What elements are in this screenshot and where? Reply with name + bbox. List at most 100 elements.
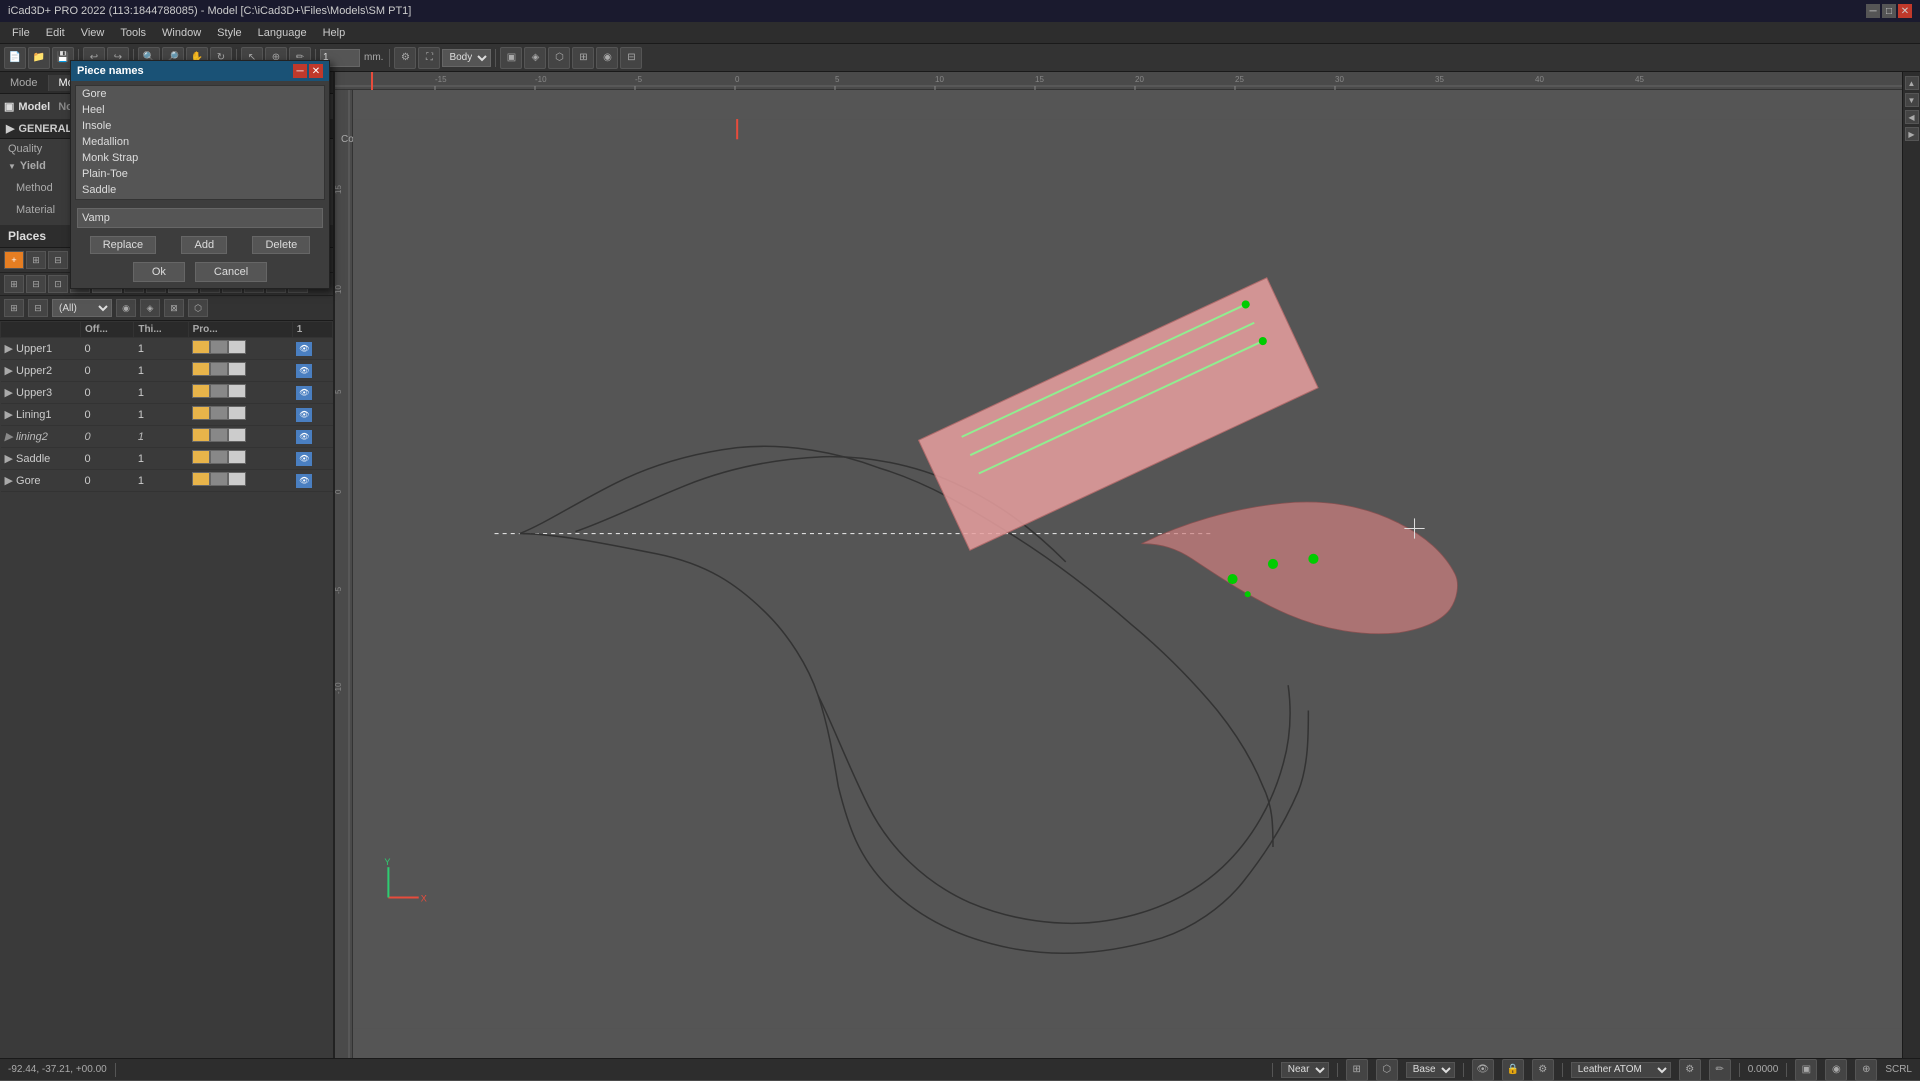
- color-swatch2[interactable]: [210, 384, 228, 398]
- expand-icon[interactable]: ▶: [5, 431, 13, 443]
- menu-window[interactable]: Window: [154, 25, 209, 41]
- eye-button[interactable]: 👁: [296, 364, 312, 378]
- open-button[interactable]: 📁: [28, 47, 50, 69]
- color-swatch3[interactable]: [228, 384, 246, 398]
- places-row2-btn3[interactable]: ⊡: [48, 275, 68, 293]
- expand-icon[interactable]: ▶: [5, 365, 13, 377]
- color-swatch3[interactable]: [228, 362, 246, 376]
- body-select[interactable]: Body: [442, 49, 491, 67]
- piece-names-list[interactable]: Gore Heel Insole Medallion Monk Strap Pl…: [75, 85, 325, 200]
- menu-style[interactable]: Style: [209, 25, 249, 41]
- piece-name-insole[interactable]: Insole: [76, 118, 324, 134]
- status-lock-btn[interactable]: 🔒: [1502, 1059, 1524, 1081]
- filter-btn5[interactable]: ⊠: [164, 299, 184, 317]
- places-btn2[interactable]: ⊞: [26, 251, 46, 269]
- color-swatch3[interactable]: [228, 340, 246, 354]
- color-swatch2[interactable]: [210, 362, 228, 376]
- status-btn-2[interactable]: ◉: [1825, 1059, 1847, 1081]
- replace-button[interactable]: Replace: [90, 236, 156, 254]
- color-swatch2[interactable]: [210, 450, 228, 464]
- eye-button[interactable]: 👁: [296, 342, 312, 356]
- expand-icon[interactable]: ▶: [5, 409, 13, 421]
- menu-view[interactable]: View: [73, 25, 113, 41]
- filter-btn4[interactable]: ◈: [140, 299, 160, 317]
- expand-icon[interactable]: ▶: [5, 343, 13, 355]
- tb-extra-2[interactable]: ⛶: [418, 47, 440, 69]
- piece-name-heel[interactable]: Heel: [76, 102, 324, 118]
- color-swatch3[interactable]: [228, 450, 246, 464]
- filter-select[interactable]: (All): [52, 299, 112, 317]
- expand-icon[interactable]: ▶: [5, 387, 13, 399]
- filter-btn6[interactable]: ⬡: [188, 299, 208, 317]
- ok-button[interactable]: Ok: [133, 262, 185, 282]
- eye-button[interactable]: 👁: [296, 474, 312, 488]
- piece-name-monk-strap[interactable]: Monk Strap: [76, 150, 324, 166]
- color-swatch[interactable]: [192, 428, 210, 442]
- filter-btn2[interactable]: ⊟: [28, 299, 48, 317]
- color-swatch[interactable]: [192, 406, 210, 420]
- base-select[interactable]: Base: [1406, 1062, 1455, 1078]
- color-swatch[interactable]: [192, 450, 210, 464]
- status-icon-1[interactable]: ⊞: [1346, 1059, 1368, 1081]
- color-swatch[interactable]: [192, 362, 210, 376]
- color-swatch[interactable]: [192, 340, 210, 354]
- places-table-container[interactable]: Off... Thi... Pro... 1 ▶ Upper1 0 1 👁: [0, 321, 333, 1058]
- color-swatch[interactable]: [192, 384, 210, 398]
- menu-tools[interactable]: Tools: [112, 25, 154, 41]
- cancel-button[interactable]: Cancel: [195, 262, 267, 282]
- color-swatch3[interactable]: [228, 428, 246, 442]
- tb-extra-8[interactable]: ⊟: [620, 47, 642, 69]
- expand-icon[interactable]: ▶: [5, 453, 13, 465]
- status-view-btn[interactable]: 👁: [1472, 1059, 1494, 1081]
- material-select[interactable]: Leather ATOM: [1571, 1062, 1671, 1078]
- minimize-button[interactable]: ─: [1866, 4, 1880, 18]
- piece-name-plain-toe[interactable]: Plain-Toe: [76, 166, 324, 182]
- color-swatch2[interactable]: [210, 340, 228, 354]
- color-swatch[interactable]: [192, 472, 210, 486]
- tb-extra-3[interactable]: ▣: [500, 47, 522, 69]
- tb-extra-4[interactable]: ◈: [524, 47, 546, 69]
- maximize-button[interactable]: □: [1882, 4, 1896, 18]
- expand-icon[interactable]: ▶: [5, 475, 13, 487]
- new-button[interactable]: 📄: [4, 47, 26, 69]
- piece-name-throat[interactable]: Throat: [76, 198, 324, 200]
- piece-name-medallion[interactable]: Medallion: [76, 134, 324, 150]
- add-button[interactable]: Add: [181, 236, 227, 254]
- color-swatch2[interactable]: [210, 406, 228, 420]
- close-button[interactable]: ✕: [1898, 4, 1912, 18]
- status-btn-1[interactable]: ▣: [1795, 1059, 1817, 1081]
- places-row2-btn1[interactable]: ⊞: [4, 275, 24, 293]
- side-btn-1[interactable]: ▲: [1905, 76, 1919, 90]
- menu-file[interactable]: File: [4, 25, 38, 41]
- status-extra-btn[interactable]: ⚙: [1532, 1059, 1554, 1081]
- dialog-close-btn[interactable]: ✕: [309, 64, 323, 78]
- eye-button[interactable]: 👁: [296, 430, 312, 444]
- tb-extra-5[interactable]: ⬡: [548, 47, 570, 69]
- piece-name-gore[interactable]: Gore: [76, 86, 324, 102]
- viewport[interactable]: -15 -10 -5 0 5 10 15 20 25 30 35 40 45: [335, 72, 1920, 1058]
- tb-extra-7[interactable]: ◉: [596, 47, 618, 69]
- color-swatch2[interactable]: [210, 472, 228, 486]
- eye-button[interactable]: 👁: [296, 452, 312, 466]
- tb-extra-1[interactable]: ⚙: [394, 47, 416, 69]
- dialog-minimize-btn[interactable]: ─: [293, 64, 307, 78]
- yield-arrow[interactable]: ▼: [8, 162, 16, 171]
- status-icon-2[interactable]: ⬡: [1376, 1059, 1398, 1081]
- filter-btn1[interactable]: ⊞: [4, 299, 24, 317]
- tab-mode[interactable]: Mode: [0, 75, 49, 91]
- filter-btn3[interactable]: ◉: [116, 299, 136, 317]
- status-btn-3[interactable]: ⊕: [1855, 1059, 1877, 1081]
- menu-help[interactable]: Help: [315, 25, 354, 41]
- menu-language[interactable]: Language: [250, 25, 315, 41]
- material-edit-btn[interactable]: ✏: [1709, 1059, 1731, 1081]
- color-swatch3[interactable]: [228, 472, 246, 486]
- delete-button[interactable]: Delete: [252, 236, 310, 254]
- tb-extra-6[interactable]: ⊞: [572, 47, 594, 69]
- places-add-btn[interactable]: +: [4, 251, 24, 269]
- color-swatch2[interactable]: [210, 428, 228, 442]
- piece-name-input[interactable]: Vamp: [77, 208, 323, 228]
- piece-name-saddle[interactable]: Saddle: [76, 182, 324, 198]
- places-btn3[interactable]: ⊟: [48, 251, 68, 269]
- side-btn-4[interactable]: ▶: [1905, 127, 1919, 141]
- near-select[interactable]: Near: [1281, 1062, 1329, 1078]
